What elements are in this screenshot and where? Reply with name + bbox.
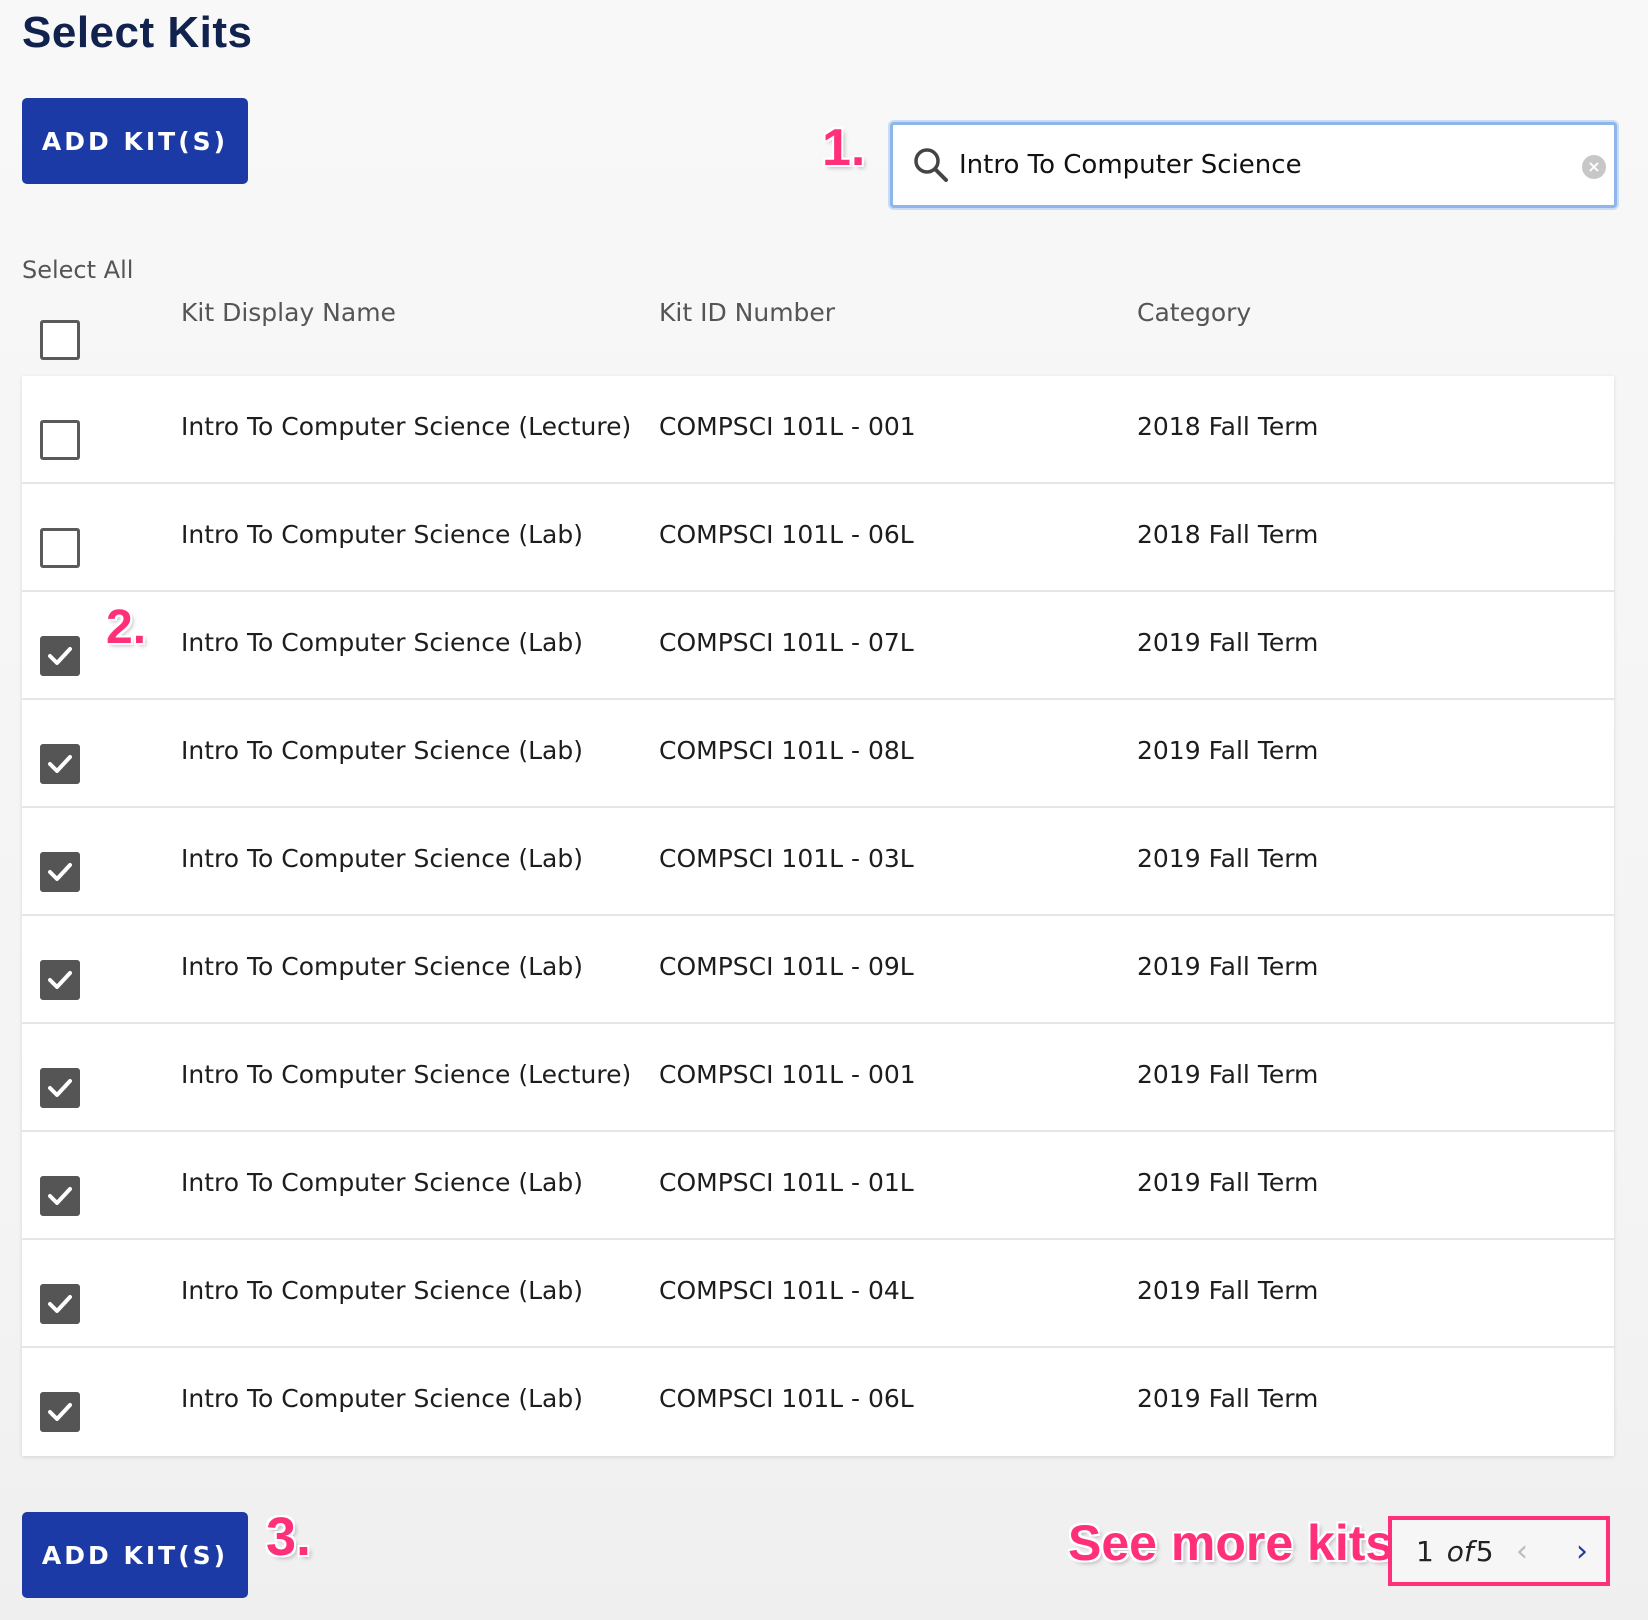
kit-id-number: COMPSCI 101L - 06L	[659, 1384, 914, 1413]
kit-id-number: COMPSCI 101L - 04L	[659, 1276, 914, 1305]
row-checkbox[interactable]	[40, 636, 80, 676]
row-checkbox[interactable]	[40, 1284, 80, 1324]
select-all-label: Select All	[22, 256, 134, 284]
kit-category: 2019 Fall Term	[1137, 844, 1319, 873]
kit-display-name: Intro To Computer Science (Lab)	[181, 1276, 583, 1305]
kit-category: 2019 Fall Term	[1137, 1168, 1319, 1197]
clear-icon[interactable]: ×	[1582, 155, 1606, 179]
row-checkbox[interactable]	[40, 1176, 80, 1216]
kit-id-number: COMPSCI 101L - 07L	[659, 628, 914, 657]
checkmark-icon	[48, 1079, 72, 1097]
kit-display-name: Intro To Computer Science (Lecture)	[181, 1060, 632, 1089]
pagination: 1 of5 ‹ ›	[1388, 1516, 1610, 1586]
kit-display-name: Intro To Computer Science (Lab)	[181, 1384, 583, 1413]
column-header-id: Kit ID Number	[659, 298, 836, 327]
table-row[interactable]: Intro To Computer Science (Lab) COMPSCI 1…	[22, 808, 1614, 916]
annotation-step-3: 3.	[266, 1507, 312, 1567]
table-row[interactable]: Intro To Computer Science (Lab) COMPSCI 1…	[22, 1240, 1614, 1348]
table-row[interactable]: Intro To Computer Science (Lab) COMPSCI 1…	[22, 592, 1614, 700]
checkmark-icon	[48, 1187, 72, 1205]
add-kits-button-top[interactable]: ADD KIT(S)	[22, 98, 248, 184]
table-row[interactable]: Intro To Computer Science (Lab) COMPSCI 1…	[22, 484, 1614, 592]
kit-id-number: COMPSCI 101L - 06L	[659, 520, 914, 549]
checkmark-icon	[48, 755, 72, 773]
row-checkbox[interactable]	[40, 744, 80, 784]
search-field[interactable]: ×	[890, 122, 1617, 208]
page-of: of	[1446, 1534, 1474, 1568]
kit-id-number: COMPSCI 101L - 001	[659, 412, 916, 441]
chevron-right-icon[interactable]: ›	[1576, 1534, 1588, 1569]
kit-category: 2019 Fall Term	[1137, 952, 1319, 981]
search-input[interactable]	[959, 140, 1559, 190]
kit-display-name: Intro To Computer Science (Lab)	[181, 844, 583, 873]
row-checkbox[interactable]	[40, 1068, 80, 1108]
kit-category: 2019 Fall Term	[1137, 1384, 1319, 1413]
kit-display-name: Intro To Computer Science (Lab)	[181, 1168, 583, 1197]
annotation-step-2: 2.	[106, 601, 147, 654]
checkmark-icon	[48, 1403, 72, 1421]
kit-display-name: Intro To Computer Science (Lab)	[181, 520, 583, 549]
kit-category: 2018 Fall Term	[1137, 520, 1319, 549]
annotation-step-1: 1.	[822, 119, 866, 177]
table-row[interactable]: Intro To Computer Science (Lab) COMPSCI 1…	[22, 916, 1614, 1024]
select-all-checkbox[interactable]	[40, 320, 80, 360]
kit-category: 2019 Fall Term	[1137, 736, 1319, 765]
kit-category: 2019 Fall Term	[1137, 1276, 1319, 1305]
checkmark-icon	[48, 971, 72, 989]
page-current: 1	[1416, 1534, 1434, 1568]
column-header-name: Kit Display Name	[181, 298, 396, 327]
table-row[interactable]: Intro To Computer Science (Lab) COMPSCI 1…	[22, 1132, 1614, 1240]
add-kits-button-bottom[interactable]: ADD KIT(S)	[22, 1512, 248, 1598]
row-checkbox[interactable]	[40, 1392, 80, 1432]
search-icon	[914, 148, 948, 182]
table-row[interactable]: Intro To Computer Science (Lecture) COMPS…	[22, 1024, 1614, 1132]
kit-display-name: Intro To Computer Science (Lab)	[181, 952, 583, 981]
kit-category: 2019 Fall Term	[1137, 628, 1319, 657]
checkmark-icon	[48, 1295, 72, 1313]
kit-category: 2019 Fall Term	[1137, 1060, 1319, 1089]
chevron-left-icon[interactable]: ‹	[1516, 1534, 1528, 1569]
column-header-category: Category	[1137, 298, 1252, 327]
kit-id-number: COMPSCI 101L - 01L	[659, 1168, 914, 1197]
page-total: 5	[1475, 1534, 1494, 1568]
kit-display-name: Intro To Computer Science (Lecture)	[181, 412, 632, 441]
kit-display-name: Intro To Computer Science (Lab)	[181, 628, 583, 657]
kit-id-number: COMPSCI 101L - 08L	[659, 736, 914, 765]
row-checkbox[interactable]	[40, 420, 80, 460]
kit-display-name: Intro To Computer Science (Lab)	[181, 736, 583, 765]
row-checkbox[interactable]	[40, 960, 80, 1000]
page-indicator: 1 of5	[1416, 1535, 1494, 1568]
kit-id-number: COMPSCI 101L - 09L	[659, 952, 914, 981]
table-row[interactable]: Intro To Computer Science (Lab) COMPSCI 1…	[22, 1348, 1614, 1456]
kit-id-number: COMPSCI 101L - 03L	[659, 844, 914, 873]
table-row[interactable]: Intro To Computer Science (Lab) COMPSCI 1…	[22, 700, 1614, 808]
page-title: Select Kits	[22, 8, 253, 57]
checkmark-icon	[48, 863, 72, 881]
kits-table: Intro To Computer Science (Lecture) COMPS…	[22, 376, 1614, 1456]
kit-id-number: COMPSCI 101L - 001	[659, 1060, 916, 1089]
table-row[interactable]: Intro To Computer Science (Lecture) COMPS…	[22, 376, 1614, 484]
kit-category: 2018 Fall Term	[1137, 412, 1319, 441]
checkmark-icon	[48, 647, 72, 665]
annotation-see-more: See more kits	[1068, 1515, 1394, 1571]
row-checkbox[interactable]	[40, 528, 80, 568]
row-checkbox[interactable]	[40, 852, 80, 892]
